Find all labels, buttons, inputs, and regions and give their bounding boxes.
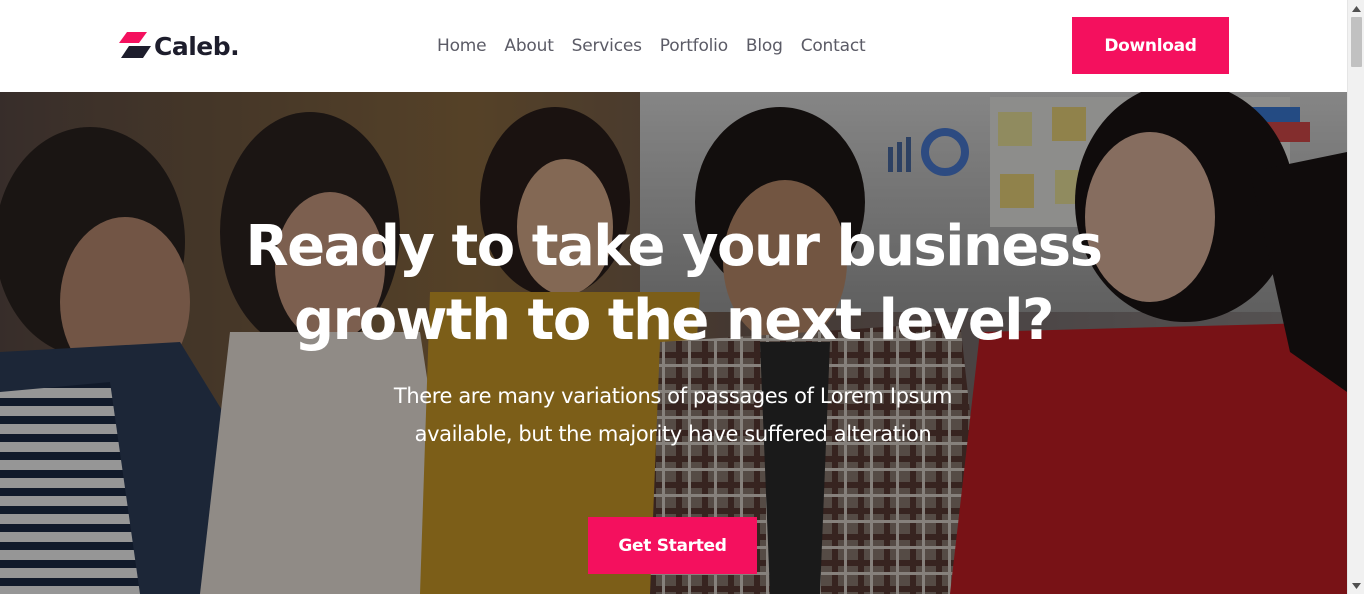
scroll-down-arrow-icon[interactable] — [1348, 577, 1364, 594]
nav-services[interactable]: Services — [572, 36, 642, 56]
download-button[interactable]: Download — [1072, 17, 1229, 74]
hero-title-line2: growth to the next level? — [294, 288, 1054, 353]
hero-title-line1: Ready to take your business — [245, 214, 1103, 279]
nav-portfolio[interactable]: Portfolio — [660, 36, 728, 56]
hero-section: Ready to take your business growth to th… — [0, 92, 1347, 594]
logo-link[interactable]: Caleb. — [117, 30, 240, 62]
vertical-scrollbar[interactable] — [1347, 0, 1364, 594]
parallelogram-logo-icon — [119, 32, 151, 58]
get-started-button[interactable]: Get Started — [588, 517, 757, 574]
scroll-up-arrow-icon[interactable] — [1348, 0, 1364, 17]
nav-contact[interactable]: Contact — [801, 36, 866, 56]
page: Caleb. Home About Services Portfolio Blo… — [0, 0, 1347, 594]
hero-subtitle: There are many variations of passages of… — [393, 384, 953, 446]
site-header: Caleb. Home About Services Portfolio Blo… — [0, 0, 1347, 92]
scrollbar-thumb[interactable] — [1351, 17, 1362, 67]
brand-name: Caleb. — [154, 31, 240, 61]
main-nav: Home About Services Portfolio Blog Conta… — [437, 33, 883, 59]
nav-about[interactable]: About — [504, 36, 553, 56]
hero-title: Ready to take your business growth to th… — [0, 210, 1347, 358]
nav-blog[interactable]: Blog — [746, 36, 783, 56]
nav-home[interactable]: Home — [437, 36, 487, 56]
